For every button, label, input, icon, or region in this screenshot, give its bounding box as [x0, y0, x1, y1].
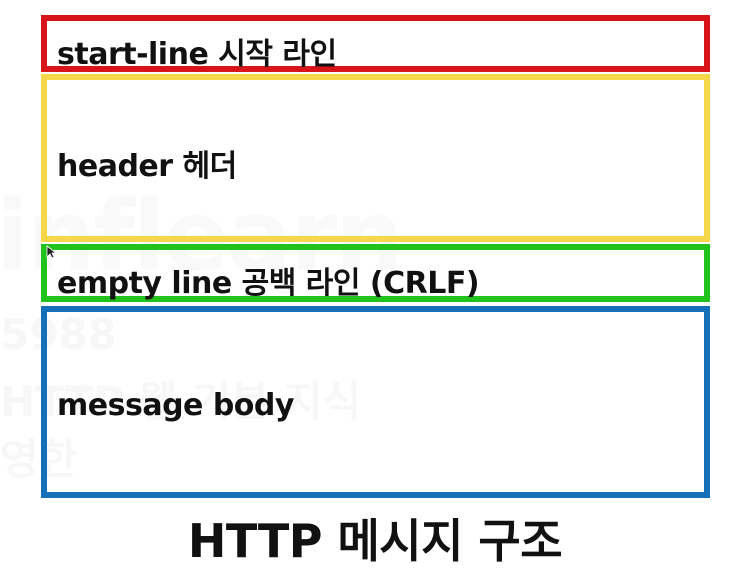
mouse-cursor-icon [46, 245, 58, 259]
message-body-label: message body [57, 388, 294, 423]
header-box: header 헤더 [41, 74, 710, 242]
start-line-label: start-line 시작 라인 [57, 37, 337, 72]
header-label: header 헤더 [57, 149, 237, 184]
empty-line-label: empty line 공백 라인 (CRLF) [57, 266, 480, 301]
start-line-box: start-line 시작 라인 [41, 15, 710, 72]
empty-line-box: empty line 공백 라인 (CRLF) [41, 244, 710, 302]
message-body-box: message body [41, 306, 710, 498]
diagram-caption: HTTP 메시지 구조 [187, 514, 563, 568]
